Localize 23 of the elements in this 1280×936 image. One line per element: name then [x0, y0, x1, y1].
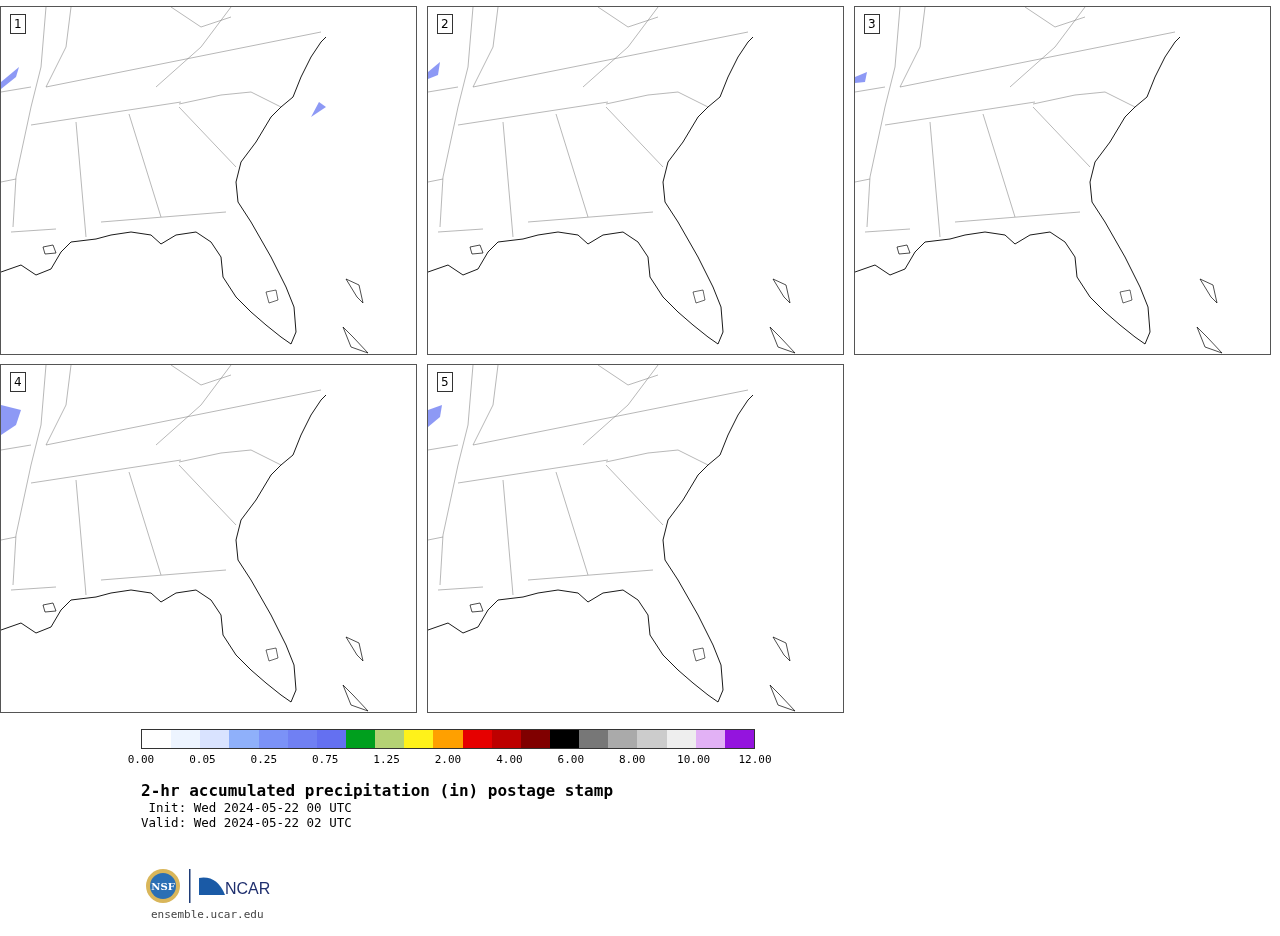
valid-time: Valid: Wed 2024-05-22 02 UTC: [141, 815, 353, 830]
wordmark-logo: NCAR: [199, 875, 273, 897]
website-url: ensemble.ucar.edu: [151, 908, 265, 921]
chart-title: 2-hr accumulated precipitation (in) postage stamp: [141, 781, 614, 800]
panel-number: 1: [10, 14, 26, 34]
colorbar-label: 2.00: [434, 753, 462, 766]
panel-number: 3: [864, 14, 880, 34]
colorbar-label: 0.00: [127, 753, 155, 766]
panel-number: 5: [437, 372, 453, 392]
logo-divider: [189, 869, 191, 903]
panel-number: 2: [437, 14, 453, 34]
colorbar-label: 4.00: [496, 753, 523, 766]
colorbar-label: 12.00: [738, 753, 772, 766]
colorbar-label: 8.00: [618, 753, 646, 766]
colorbar-label: 6.00: [557, 753, 585, 766]
colorbar-label: 10.00: [677, 753, 711, 766]
colorbar-label: 0.75: [311, 753, 339, 766]
seal-logo: NSF: [145, 868, 181, 904]
panel-number: 4: [10, 372, 26, 392]
init-time: Init: Wed 2024-05-22 00 UTC: [147, 800, 353, 815]
colorbar-label: 0.25: [250, 753, 278, 766]
colorbar-label: 1.25: [373, 753, 400, 766]
colorbar-label: 0.05: [189, 753, 216, 766]
